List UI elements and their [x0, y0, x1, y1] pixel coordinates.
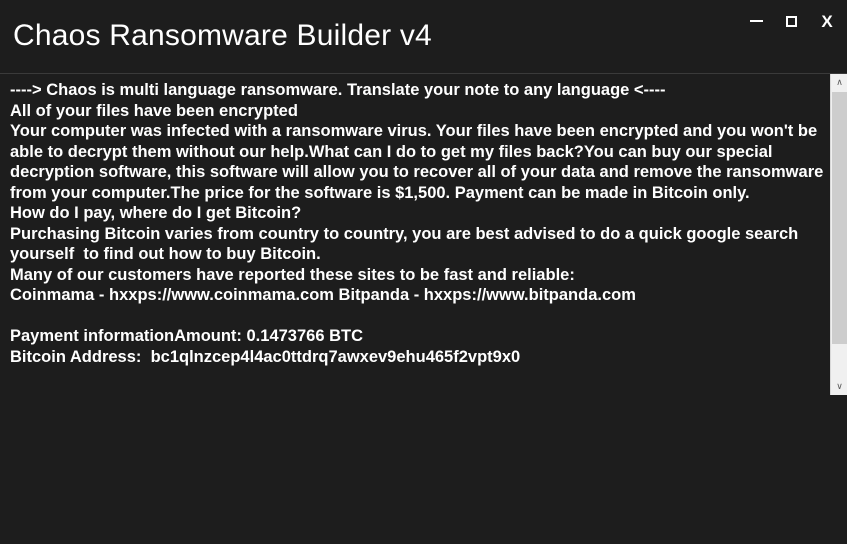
minimize-icon — [749, 20, 763, 22]
ransom-note-area: ----> Chaos is multi language ransomware… — [0, 73, 847, 395]
close-icon: X — [821, 11, 833, 31]
ransom-note-textarea[interactable]: ----> Chaos is multi language ransomware… — [0, 74, 830, 395]
close-button[interactable]: X — [812, 8, 842, 34]
options-panel: Randomize file extension: Usb and networ… — [0, 395, 847, 544]
page-title: Chaos Ransomware Builder v4 — [13, 19, 432, 52]
maximize-icon — [785, 15, 797, 27]
minimize-button[interactable] — [741, 8, 771, 34]
maximize-button[interactable] — [776, 8, 806, 34]
scroll-up-icon[interactable]: ∧ — [831, 74, 847, 91]
scroll-down-icon[interactable]: ∨ — [831, 378, 847, 395]
title-bar: Chaos Ransomware Builder v4 X — [0, 0, 847, 68]
scrollbar-thumb[interactable] — [832, 92, 847, 344]
note-scrollbar[interactable]: ∧ ∨ — [830, 74, 847, 395]
